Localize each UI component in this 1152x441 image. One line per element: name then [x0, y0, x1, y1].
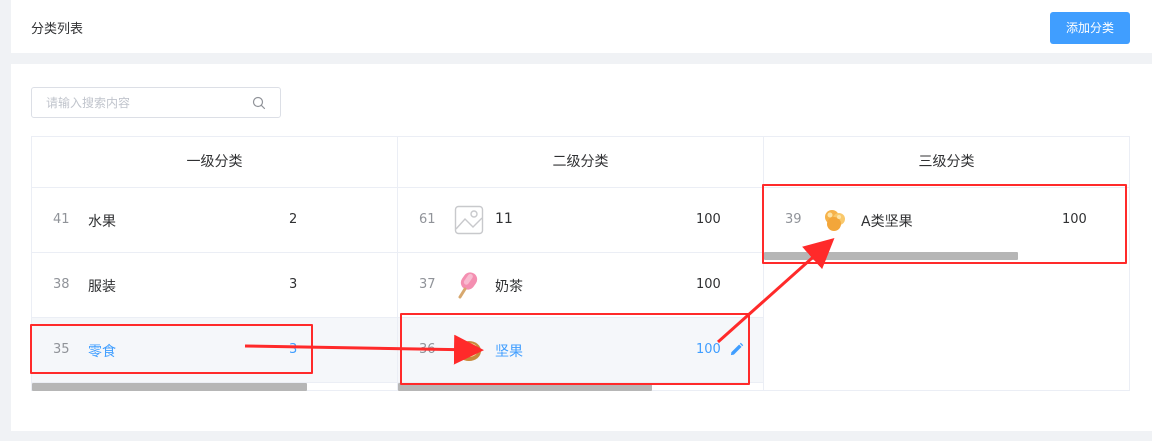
horizontal-scrollbar[interactable] — [32, 383, 307, 391]
header-bar: 分类列表 添加分类 — [11, 0, 1152, 53]
category-count: 100 — [1062, 212, 1087, 227]
edit-icon[interactable] — [729, 342, 744, 357]
category-name: 11 — [495, 211, 513, 227]
category-id: 41 — [53, 212, 70, 227]
category-name: A类坚果 — [861, 214, 913, 230]
horizontal-scrollbar[interactable] — [764, 252, 1018, 260]
category-name: 服装 — [88, 279, 116, 295]
column-header: 一级分类 — [32, 137, 397, 188]
page-title: 分类列表 — [31, 22, 84, 37]
category-row[interactable]: 41 水果 2 — [32, 188, 397, 253]
category-row[interactable]: 37 奶茶 100 — [398, 253, 763, 318]
category-count: 100 — [696, 212, 721, 227]
popcorn-icon — [825, 210, 845, 231]
category-name: 坚果 — [495, 344, 523, 360]
category-count: 3 — [289, 277, 298, 292]
column-header: 三级分类 — [764, 137, 1129, 188]
horizontal-scrollbar[interactable] — [398, 383, 652, 391]
category-row-active[interactable]: 35 零食 3 — [32, 318, 397, 383]
category-row[interactable]: 39 A类坚果 100 — [764, 188, 1129, 253]
nut-icon — [457, 341, 481, 361]
category-name: 奶茶 — [495, 279, 523, 295]
category-row[interactable]: 38 服装 3 — [32, 253, 397, 318]
main-panel: 一级分类 41 水果 2 38 服装 3 35 零食 3 二级分类 61 11 — [11, 64, 1152, 431]
search-input[interactable] — [46, 93, 246, 113]
popsicle-icon — [458, 272, 478, 299]
column-header: 二级分类 — [398, 137, 763, 188]
category-count: 100 — [696, 277, 721, 292]
category-name: 零食 — [88, 344, 116, 360]
level1-category-column: 一级分类 41 水果 2 38 服装 3 35 零食 3 — [31, 136, 398, 391]
category-count: 2 — [289, 212, 298, 227]
category-id: 38 — [53, 277, 70, 292]
category-id: 61 — [419, 212, 436, 227]
search-box[interactable] — [31, 87, 281, 118]
category-id: 37 — [419, 277, 436, 292]
category-id: 39 — [785, 212, 802, 227]
level2-category-column: 二级分类 61 11 100 37 奶茶 100 36 坚果 100 — [397, 136, 764, 391]
search-icon[interactable] — [252, 96, 266, 110]
image-placeholder-icon — [454, 205, 484, 235]
level3-category-column: 三级分类 39 A类坚果 100 — [763, 136, 1130, 391]
category-id: 36 — [419, 342, 436, 357]
category-row-active[interactable]: 36 坚果 100 — [398, 318, 763, 383]
add-category-button[interactable]: 添加分类 — [1050, 12, 1130, 44]
category-id: 35 — [53, 342, 70, 357]
category-count: 100 — [696, 342, 721, 357]
category-row[interactable]: 61 11 100 — [398, 188, 763, 253]
category-count: 3 — [289, 342, 298, 357]
category-name: 水果 — [88, 214, 116, 230]
